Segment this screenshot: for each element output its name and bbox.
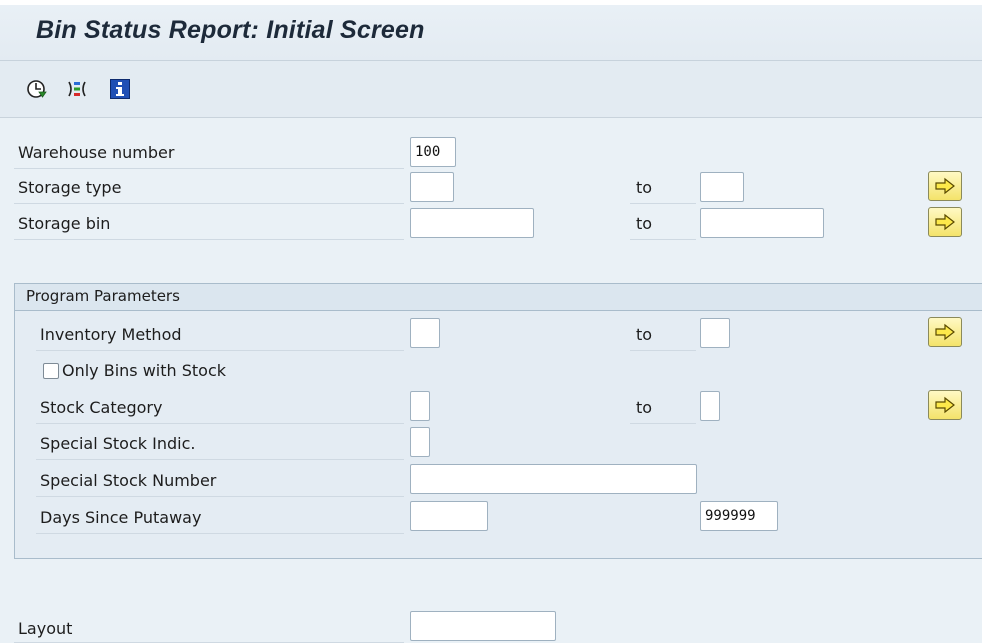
row-underline xyxy=(36,459,404,460)
program-parameters-title: Program Parameters xyxy=(26,287,180,305)
execute-icon[interactable] xyxy=(26,78,48,100)
inventory-method-to-label: to xyxy=(636,325,653,344)
storage-bin-to-label: to xyxy=(636,214,653,233)
storage-bin-to-input[interactable] xyxy=(700,208,824,238)
storage-type-to-label: to xyxy=(636,178,653,197)
days-since-putaway-to-input[interactable] xyxy=(700,501,778,531)
row-underline xyxy=(630,423,696,424)
row-underline xyxy=(14,168,404,169)
inventory-method-from-input[interactable] xyxy=(410,318,440,348)
special-stock-number-input[interactable] xyxy=(410,464,697,494)
arrow-right-icon xyxy=(935,396,955,414)
days-since-putaway-from-input[interactable] xyxy=(410,501,488,531)
warehouse-number-input[interactable] xyxy=(410,137,456,167)
days-since-putaway-label: Days Since Putaway xyxy=(40,508,202,527)
stock-category-to-label: to xyxy=(636,398,653,417)
stock-category-to-input[interactable] xyxy=(700,391,720,421)
row-underline xyxy=(36,423,404,424)
row-underline xyxy=(36,350,404,351)
only-bins-with-stock-label: Only Bins with Stock xyxy=(62,361,227,380)
row-underline xyxy=(36,533,404,534)
stock-category-multiple-selection-button[interactable] xyxy=(928,390,962,420)
arrow-right-icon xyxy=(935,323,955,341)
stock-category-from-input[interactable] xyxy=(410,391,430,421)
page-title: Bin Status Report: Initial Screen xyxy=(36,16,425,44)
row-underline xyxy=(14,203,404,204)
row-underline xyxy=(14,239,404,240)
warehouse-number-label: Warehouse number xyxy=(18,143,175,162)
special-stock-indic-input[interactable] xyxy=(410,427,430,457)
storage-bin-label: Storage bin xyxy=(18,214,111,233)
storage-bin-multiple-selection-button[interactable] xyxy=(928,207,962,237)
storage-type-from-input[interactable] xyxy=(410,172,454,202)
only-bins-with-stock-checkbox[interactable] xyxy=(43,363,59,379)
row-underline xyxy=(630,203,696,204)
selection-options-icon[interactable] xyxy=(66,78,88,100)
arrow-right-icon xyxy=(935,213,955,231)
inventory-method-label: Inventory Method xyxy=(40,325,182,344)
storage-bin-from-input[interactable] xyxy=(410,208,534,238)
storage-type-multiple-selection-button[interactable] xyxy=(928,171,962,201)
inventory-method-to-input[interactable] xyxy=(700,318,730,348)
row-underline xyxy=(630,350,696,351)
layout-input[interactable] xyxy=(410,611,556,641)
storage-type-to-input[interactable] xyxy=(700,172,744,202)
special-stock-indic-label: Special Stock Indic. xyxy=(40,434,196,453)
special-stock-number-label: Special Stock Number xyxy=(40,471,217,490)
storage-type-label: Storage type xyxy=(18,178,122,197)
row-underline xyxy=(36,496,404,497)
arrow-right-icon xyxy=(935,177,955,195)
stock-category-label: Stock Category xyxy=(40,398,163,417)
info-icon[interactable] xyxy=(109,78,131,100)
row-underline xyxy=(630,239,696,240)
layout-label: Layout xyxy=(18,619,73,638)
inventory-method-multiple-selection-button[interactable] xyxy=(928,317,962,347)
application-toolbar xyxy=(0,61,982,118)
